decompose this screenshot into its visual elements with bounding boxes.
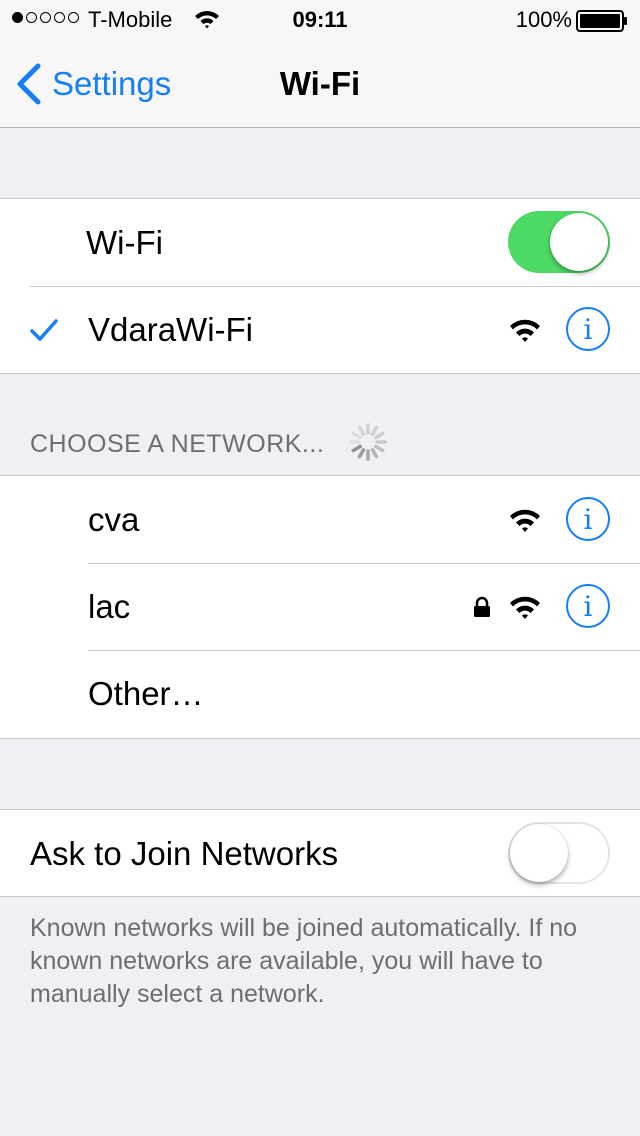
info-button[interactable]: i <box>566 497 610 541</box>
network-name: cva <box>88 501 140 538</box>
wifi-toggle-row: Wi-Fi <box>0 199 640 286</box>
network-row[interactable]: cva i <box>0 476 640 563</box>
battery-icon <box>576 10 627 32</box>
info-icon: i <box>583 590 593 623</box>
ask-join-group: Ask to Join Networks <box>0 809 640 897</box>
info-icon: i <box>583 503 593 536</box>
wifi-toggle[interactable] <box>508 211 610 273</box>
status-bar: T-Mobile 09:11 100% <box>0 0 640 40</box>
lock-icon <box>474 596 490 617</box>
wifi-signal-icon <box>510 596 540 619</box>
info-button[interactable]: i <box>566 307 610 351</box>
networks-group: cva i lac i Other… <box>0 475 640 739</box>
ask-join-label: Ask to Join Networks <box>30 835 339 872</box>
ask-join-toggle[interactable] <box>508 822 610 884</box>
ask-join-row: Ask to Join Networks <box>0 810 640 897</box>
wifi-label: Wi-Fi <box>86 224 163 261</box>
page-title: Wi-Fi <box>279 65 361 102</box>
other-network-label: Other… <box>88 675 204 712</box>
battery-percent: 100% <box>515 7 572 32</box>
other-network-row[interactable]: Other… <box>0 650 640 737</box>
wifi-signal-icon <box>510 509 540 532</box>
wifi-signal-icon <box>510 319 540 342</box>
wifi-group: Wi-Fi VdaraWi-Fi i <box>0 198 640 374</box>
toggle-knob <box>510 824 568 882</box>
info-icon: i <box>583 313 593 346</box>
section-header: CHOOSE A NETWORK... <box>30 430 325 458</box>
loading-spinner-icon <box>349 423 387 461</box>
row-separator <box>88 563 640 564</box>
network-row[interactable]: lac i <box>0 563 640 650</box>
ask-join-footer-note: Known networks will be joined automatica… <box>30 914 578 1008</box>
connected-network-name: VdaraWi-Fi <box>88 311 254 348</box>
connected-network-row[interactable]: VdaraWi-Fi i <box>0 286 640 373</box>
network-name: lac <box>88 588 131 625</box>
info-button[interactable]: i <box>566 584 610 628</box>
checkmark-icon <box>30 319 58 341</box>
toggle-knob <box>550 213 608 271</box>
navigation-bar: Settings Wi-Fi <box>0 40 640 128</box>
